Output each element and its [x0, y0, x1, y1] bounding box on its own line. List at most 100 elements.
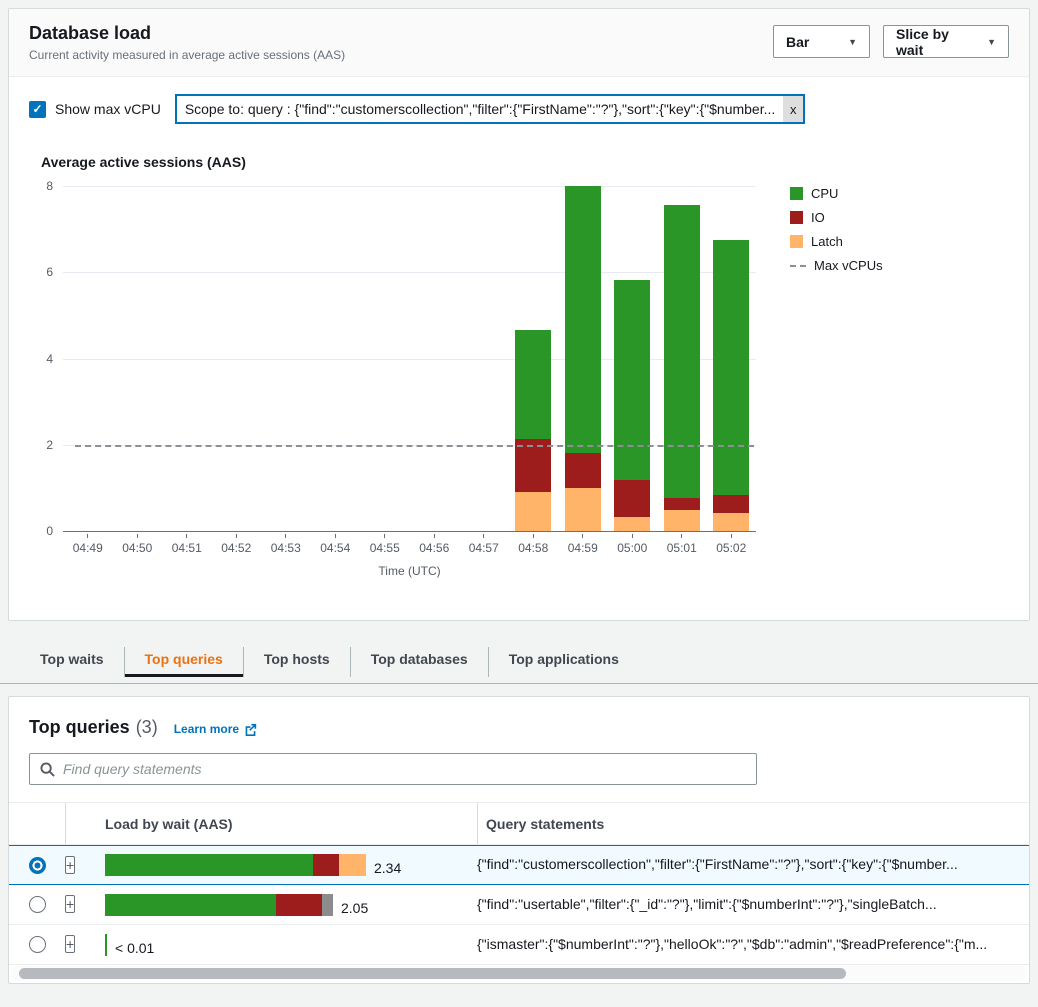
plot-columns [63, 186, 756, 531]
chart-title: Average active sessions (AAS) [41, 154, 1029, 170]
legend-label: IO [811, 210, 825, 225]
query-statement[interactable]: {"find":"usertable","filter":{"_id":"?"}… [477, 896, 937, 914]
bar-segment-latch [664, 510, 700, 531]
load-segment-cpu [105, 854, 313, 876]
load-segment-io [313, 854, 339, 876]
query-search-input[interactable] [63, 761, 746, 777]
x-tick-label: 04:51 [162, 534, 212, 555]
plot-column [162, 186, 212, 531]
bar-segment-latch [614, 517, 650, 531]
top-queries-count: (3) [136, 717, 158, 738]
bar-04:55 [367, 186, 403, 531]
bar-segment-io [614, 480, 650, 517]
plot-column [113, 186, 163, 531]
load-segment-cpu [105, 934, 107, 956]
bar-segment-cpu [713, 240, 749, 495]
learn-more-label: Learn more [174, 722, 239, 736]
bar-05:00 [614, 186, 650, 531]
tabs: Top waitsTop queriesTop hostsTop databas… [20, 643, 1038, 683]
bar-04:59 [565, 186, 601, 531]
row-radio-button[interactable] [29, 896, 46, 913]
y-tick-label: 2 [17, 438, 53, 452]
tab-top-queries[interactable]: Top queries [125, 643, 243, 683]
bar-04:57 [466, 186, 502, 531]
bar-segment-cpu [614, 280, 650, 480]
x-tick-label: 04:53 [261, 534, 311, 555]
x-tick-label: 05:01 [657, 534, 707, 555]
scope-filter-tag: Scope to: query : {"find":"customerscoll… [175, 94, 805, 124]
row-radio-button[interactable] [29, 936, 46, 953]
bar-04:50 [119, 186, 155, 531]
plot-column [360, 186, 410, 531]
x-tick-label: 04:49 [63, 534, 113, 555]
scope-close-button[interactable]: x [783, 96, 803, 122]
bar-segment-io [565, 453, 601, 488]
row-radio-button[interactable] [29, 857, 46, 874]
legend-swatch-icon [790, 211, 803, 224]
table-row: +2.34{"find":"customerscollection","filt… [9, 845, 1029, 885]
load-value: < 0.01 [115, 940, 154, 956]
y-tick-label: 4 [17, 352, 53, 366]
x-tick-label: 04:55 [360, 534, 410, 555]
query-statement-cell: {"ismaster":{"$numberInt":"?"},"helloOk"… [477, 936, 1029, 954]
load-by-wait-cell: 2.34 [105, 854, 477, 876]
radio-cell [9, 896, 65, 913]
show-max-vcpu-checkbox[interactable]: ✓ [29, 101, 46, 118]
plot-column [212, 186, 262, 531]
table-row: + < 0.01 {"ismaster":{"$numberInt":"?"},"h… [9, 925, 1029, 965]
top-queries-table: Load by wait (AAS) Query statements +2.3… [9, 802, 1029, 981]
expand-row-button[interactable]: + [65, 935, 75, 953]
table-header-row: Load by wait (AAS) Query statements [9, 802, 1029, 845]
tab-top-applications[interactable]: Top applications [489, 643, 639, 683]
learn-more-link[interactable]: Learn more [174, 722, 257, 736]
horizontal-scrollbar-thumb[interactable] [19, 968, 846, 979]
tab-top-hosts[interactable]: Top hosts [244, 643, 350, 683]
query-statement[interactable]: {"ismaster":{"$numberInt":"?"},"helloOk"… [477, 936, 987, 954]
x-tick-label: 04:58 [509, 534, 559, 555]
search-icon [40, 762, 55, 777]
expand-row-button[interactable]: + [65, 895, 75, 913]
legend-label: Max vCPUs [814, 258, 883, 273]
slice-by-select[interactable]: Slice by wait ▼ [883, 25, 1009, 58]
metrics-tab-bar: Top waitsTop queriesTop hostsTop databas… [0, 643, 1038, 684]
tab-top-waits[interactable]: Top waits [20, 643, 124, 683]
bar-segment-io [713, 495, 749, 513]
table-row: +2.05{"find":"usertable","filter":{"_id"… [9, 885, 1029, 925]
bar-segment-io [664, 498, 700, 510]
bar-04:56 [416, 186, 452, 531]
x-tick-label: 05:02 [707, 534, 757, 555]
chart-bottom-spacer [9, 578, 1029, 620]
radio-column-header [9, 803, 65, 844]
chart-legend: CPUIOLatchMax vCPUs [790, 186, 883, 273]
top-queries-card: Top queries (3) Learn more Load by wait … [8, 696, 1030, 984]
plot-column [311, 186, 361, 531]
page-title: Database load [29, 23, 345, 44]
chart-type-select[interactable]: Bar ▼ [773, 25, 870, 58]
query-statement[interactable]: {"find":"customerscollection","filter":{… [477, 856, 958, 874]
query-search-box [29, 753, 757, 785]
scope-filter-text: Scope to: query : {"find":"customerscoll… [177, 96, 783, 122]
expand-row-button[interactable]: + [65, 856, 75, 874]
show-max-vcpu-label: Show max vCPU [55, 101, 161, 117]
bar-04:58 [515, 186, 551, 531]
load-segment-latch [339, 854, 366, 876]
load-by-wait-cell: 2.05 [105, 894, 477, 916]
chart-type-value: Bar [786, 34, 809, 50]
slice-by-value: Slice by wait [896, 26, 977, 58]
tab-top-databases[interactable]: Top databases [351, 643, 488, 683]
bar-segment-io [515, 439, 551, 492]
load-segment-other [322, 894, 333, 916]
plot-column [707, 186, 757, 531]
plot-column [63, 186, 113, 531]
x-axis-title: Time (UTC) [63, 564, 756, 578]
plot-column [657, 186, 707, 531]
bar-segment-latch [713, 513, 749, 531]
load-segment-io [276, 894, 322, 916]
legend-item-max-vcpus: Max vCPUs [790, 258, 883, 273]
bar-04:51 [169, 186, 205, 531]
x-tick-label: 04:50 [113, 534, 163, 555]
x-tick-label: 05:00 [608, 534, 658, 555]
legend-label: Latch [811, 234, 843, 249]
bar-04:49 [70, 186, 106, 531]
x-tick-label: 04:59 [558, 534, 608, 555]
